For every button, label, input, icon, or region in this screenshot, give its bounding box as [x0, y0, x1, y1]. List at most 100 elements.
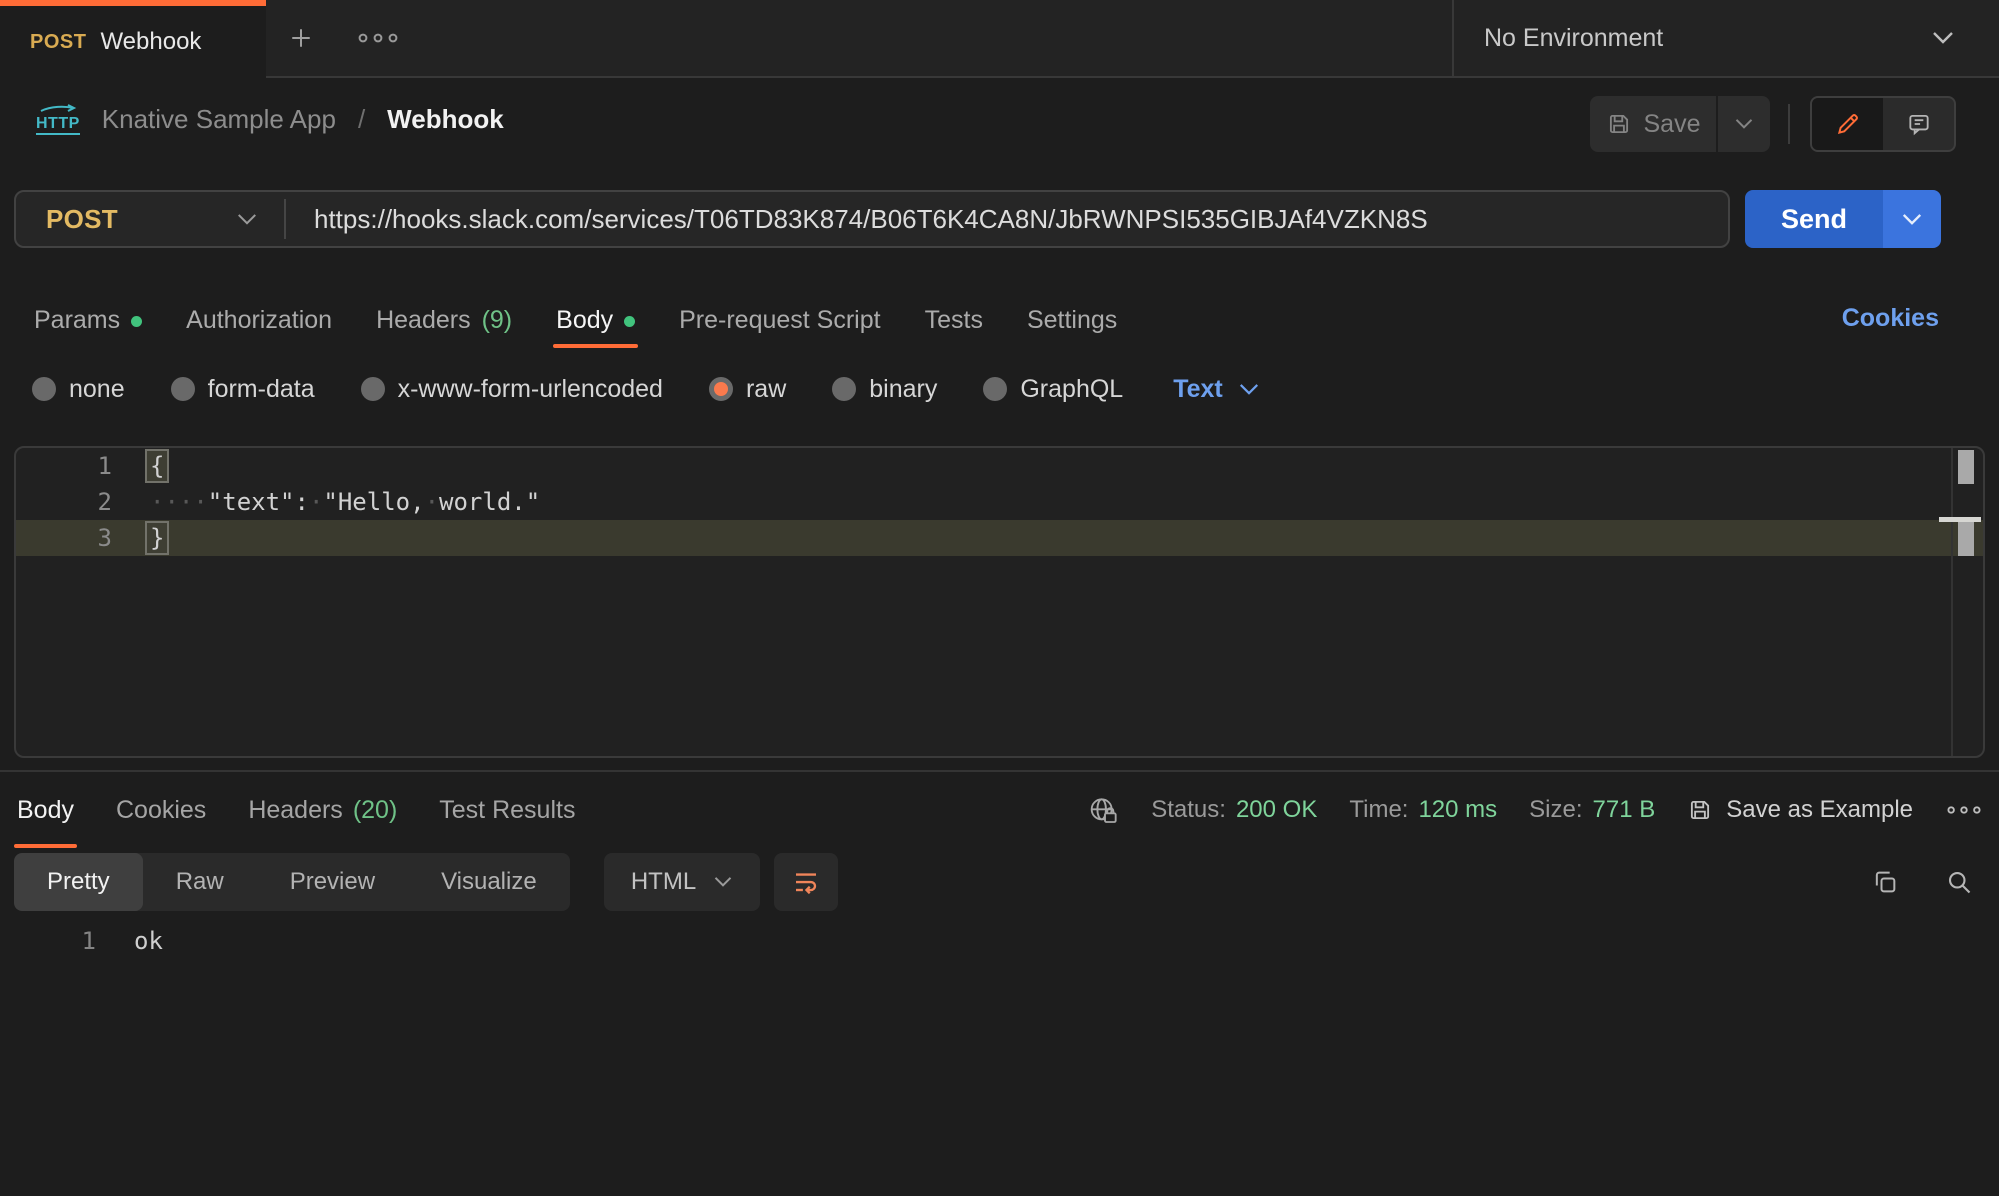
line-number: 2 [16, 488, 112, 516]
response-tab-body[interactable]: Body [17, 772, 74, 848]
tab-settings[interactable]: Settings [1027, 292, 1117, 348]
chevron-down-icon [1901, 213, 1923, 226]
response-text: ok [96, 927, 163, 955]
status-label: Status: [1151, 796, 1226, 824]
save-icon [1606, 111, 1632, 137]
body-type-form-data[interactable]: form-data [171, 375, 315, 404]
wrap-text-button[interactable] [774, 853, 838, 911]
save-as-example-button[interactable]: Save as Example [1687, 796, 1913, 824]
chevron-down-icon [1931, 31, 1955, 45]
save-options-button[interactable] [1718, 96, 1770, 152]
tab-strip: POST Webhook No Environment [0, 0, 1999, 78]
body-type-raw[interactable]: raw [709, 375, 786, 404]
environment-selector[interactable]: No Environment [1452, 0, 1999, 78]
response-tab-test-results[interactable]: Test Results [439, 772, 575, 848]
copy-button[interactable] [1871, 868, 1899, 896]
tab-body[interactable]: Body [556, 292, 635, 348]
breadcrumb-collection[interactable]: Knative Sample App [102, 104, 336, 135]
line-number: 3 [16, 524, 112, 552]
comment-icon [1906, 111, 1932, 137]
globe-lock-icon [1087, 794, 1119, 826]
network-info-button[interactable] [1087, 794, 1119, 826]
send-options-button[interactable] [1883, 190, 1941, 248]
response-options-button[interactable] [1945, 804, 1983, 816]
time-label: Time: [1349, 796, 1408, 824]
request-url-bar: POST [14, 190, 1730, 248]
request-header-row: HTTP Knative Sample App / Webhook Save [0, 78, 1999, 160]
radio-icon [832, 377, 856, 401]
status-pair: Status: 200 OK [1151, 796, 1317, 824]
tab-options-button[interactable] [356, 31, 400, 45]
whitespace-dots: ···· [150, 488, 208, 516]
radio-icon [32, 377, 56, 401]
request-body-editor[interactable]: 1 { 2 ····"text":·"Hello,·world." 3 } [14, 446, 1985, 758]
body-type-graphql[interactable]: GraphQL [983, 375, 1123, 404]
tab-tests[interactable]: Tests [925, 292, 983, 348]
scrollbar-mark[interactable] [1958, 450, 1974, 484]
cookies-link[interactable]: Cookies [1842, 292, 1939, 344]
overview-ruler [1951, 448, 1953, 756]
green-dot-icon [131, 316, 142, 327]
response-tab-headers[interactable]: Headers (20) [248, 772, 397, 848]
response-body-viewer[interactable]: 1 ok [0, 920, 1999, 962]
whitespace-dots: · [425, 488, 439, 516]
tab-pre-request-script[interactable]: Pre-request Script [679, 292, 880, 348]
search-response-button[interactable] [1945, 868, 1973, 896]
raw-format-selector[interactable]: Text [1173, 375, 1260, 404]
radio-icon [361, 377, 385, 401]
view-preview[interactable]: Preview [257, 853, 408, 911]
response-format-selector[interactable]: HTML [604, 853, 760, 911]
time-pair: Time: 120 ms [1349, 796, 1497, 824]
send-button[interactable]: Send [1745, 190, 1883, 248]
divider [1788, 104, 1790, 144]
request-tab-webhook[interactable]: POST Webhook [0, 0, 266, 78]
response-toolbar: Pretty Raw Preview Visualize HTML [14, 853, 1985, 911]
tab-authorization[interactable]: Authorization [186, 292, 332, 348]
new-tab-button[interactable] [286, 23, 316, 53]
headers-count-badge: (9) [482, 306, 513, 335]
size-label: Size: [1529, 796, 1582, 824]
method-label: POST [46, 204, 118, 235]
more-options-icon [356, 31, 400, 45]
tab-strip-middle [266, 0, 1452, 78]
view-raw[interactable]: Raw [143, 853, 257, 911]
radio-selected-icon [709, 377, 733, 401]
line-number: 1 [0, 927, 96, 955]
chevron-down-icon [1734, 118, 1754, 130]
code-line-active[interactable]: 3 } [16, 520, 1983, 556]
body-type-none[interactable]: none [32, 375, 125, 404]
more-options-icon [1945, 804, 1983, 816]
bracket-highlight: } [145, 521, 169, 555]
tab-headers[interactable]: Headers (9) [376, 292, 512, 348]
comment-button[interactable] [1883, 98, 1954, 150]
method-selector[interactable]: POST [16, 192, 284, 246]
bracket-highlight: { [145, 449, 169, 483]
scrollbar-mark[interactable] [1958, 522, 1974, 556]
tab-params[interactable]: Params [34, 292, 142, 348]
code-text: "text": [208, 488, 309, 516]
edit-request-button[interactable] [1812, 98, 1883, 150]
body-type-binary[interactable]: binary [832, 375, 937, 404]
save-icon [1687, 797, 1713, 823]
breadcrumb-request-name[interactable]: Webhook [387, 104, 504, 135]
size-value: 771 B [1593, 796, 1656, 824]
body-type-urlencoded[interactable]: x-www-form-urlencoded [361, 375, 663, 404]
request-tabs: Params Authorization Headers (9) Body Pr… [0, 292, 1999, 348]
response-tab-cookies[interactable]: Cookies [116, 772, 206, 848]
view-pretty[interactable]: Pretty [14, 853, 143, 911]
url-input[interactable] [286, 204, 1728, 235]
save-label: Save [1644, 110, 1701, 139]
body-type-selector: none form-data x-www-form-urlencoded raw… [0, 366, 1260, 412]
search-icon [1945, 868, 1973, 896]
chevron-down-icon [236, 213, 258, 226]
line-number: 1 [16, 452, 112, 480]
size-pair: Size: 771 B [1529, 796, 1655, 824]
save-button[interactable]: Save [1590, 96, 1716, 152]
send-button-group: Send [1745, 190, 1941, 248]
view-visualize[interactable]: Visualize [408, 853, 570, 911]
response-meta: Status: 200 OK Time: 120 ms Size: 771 B … [1087, 772, 1983, 848]
response-header: Body Cookies Headers (20) Test Results [0, 772, 1999, 848]
tab-method-badge: POST [30, 31, 86, 54]
response-view-switcher: Pretty Raw Preview Visualize [14, 853, 570, 911]
time-value: 120 ms [1418, 796, 1497, 824]
